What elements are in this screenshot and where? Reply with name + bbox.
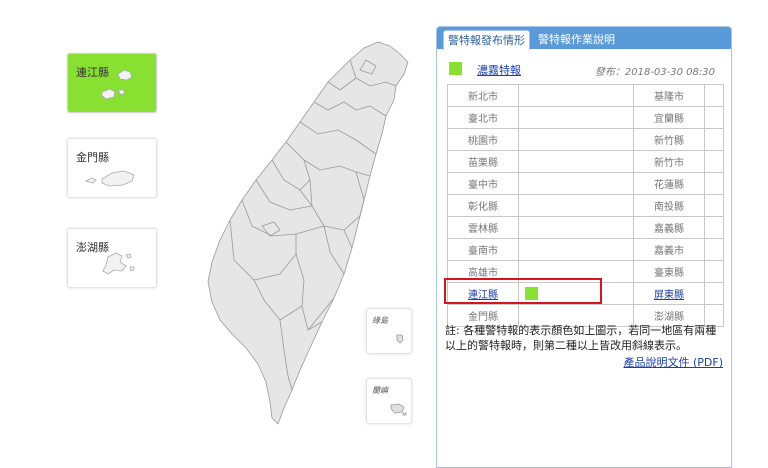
penghu-inset[interactable]: 澎湖縣	[67, 228, 157, 288]
county-name-east: 臺東縣	[633, 260, 705, 283]
county-name-west: 新北市	[447, 84, 519, 107]
warning-cell	[518, 172, 634, 195]
highlight-box	[444, 278, 602, 304]
county-name-west: 彰化縣	[447, 194, 519, 217]
warning-cell	[518, 106, 634, 129]
published-time: 發布：2018-03-30 08:30	[594, 67, 715, 78]
warning-cell-east	[704, 106, 724, 129]
warning-cell-east	[704, 172, 724, 195]
warning-cell-east	[704, 216, 724, 239]
county-name-east: 基隆市	[633, 84, 705, 107]
table-row: 彰化縣 南投縣	[447, 194, 724, 217]
county-name-west: 苗栗縣	[447, 150, 519, 173]
county-name-east: 宜蘭縣	[633, 106, 705, 129]
warning-cell-east	[704, 128, 724, 151]
product-document-pdf-link[interactable]: 產品說明文件 (PDF)	[623, 354, 723, 370]
warning-cell	[518, 238, 634, 261]
warning-cell-east	[704, 150, 724, 173]
table-row: 桃園市 新竹縣	[447, 128, 724, 151]
county-name-east: 嘉義市	[633, 238, 705, 261]
legend-color-swatch	[449, 62, 462, 75]
warning-cell-east	[704, 260, 724, 283]
taiwan-map	[207, 41, 409, 425]
table-row: 臺北市 宜蘭縣	[447, 106, 724, 129]
table-row: 臺南市 嘉義市	[447, 238, 724, 261]
kinmen-inset[interactable]: 金門縣	[67, 138, 157, 198]
tab-warning-instructions[interactable]: 警特報作業說明	[534, 30, 619, 49]
table-row: 新北市 基隆市	[447, 84, 724, 107]
kinmen-islands-shape	[84, 170, 135, 187]
warning-cell-east	[704, 282, 724, 305]
county-name-west: 臺南市	[447, 238, 519, 261]
legend-fog-warning-link[interactable]: 濃霧特報	[477, 62, 521, 78]
county-name-east: 屏東縣	[633, 282, 705, 305]
warning-cell	[518, 194, 634, 217]
table-row: 臺中市 花蓮縣	[447, 172, 724, 195]
county-name-west: 臺中市	[447, 172, 519, 195]
legend-note: 註: 各種警特報的表示顏色如上圖示，若同一地區有兩種以上的警特報時，則第二種以上…	[445, 324, 717, 352]
warning-cell-east	[704, 238, 724, 261]
county-name-east: 花蓮縣	[633, 172, 705, 195]
county-name-east: 嘉義縣	[633, 216, 705, 239]
county-name-east: 南投縣	[633, 194, 705, 217]
table-row: 苗栗縣 新竹市	[447, 150, 724, 173]
tab-bar: 警特報發布情形 警特報作業說明	[437, 27, 731, 50]
warning-cell	[518, 150, 634, 173]
county-name-west: 臺北市	[447, 106, 519, 129]
lienchiang-inset[interactable]: 連江縣	[67, 53, 157, 113]
penghu-islands-shape	[102, 252, 135, 275]
county-name-west: 桃園市	[447, 128, 519, 151]
warning-cell-east	[704, 194, 724, 217]
warning-cell	[518, 128, 634, 151]
warning-panel: 警特報發布情形 警特報作業說明 濃霧特報 發布：2018-03-30 08:30…	[436, 26, 732, 468]
warning-cell-east	[704, 84, 724, 107]
county-name-east: 新竹市	[633, 150, 705, 173]
warning-cell	[518, 84, 634, 107]
table-row: 雲林縣 嘉義縣	[447, 216, 724, 239]
taiwan-main-island	[207, 41, 409, 425]
lienchiang-islands-shape	[101, 69, 133, 100]
county-name-west: 雲林縣	[447, 216, 519, 239]
county-name-east: 新竹縣	[633, 128, 705, 151]
tab-warning-status[interactable]: 警特報發布情形	[443, 30, 530, 50]
warning-cell	[518, 216, 634, 239]
